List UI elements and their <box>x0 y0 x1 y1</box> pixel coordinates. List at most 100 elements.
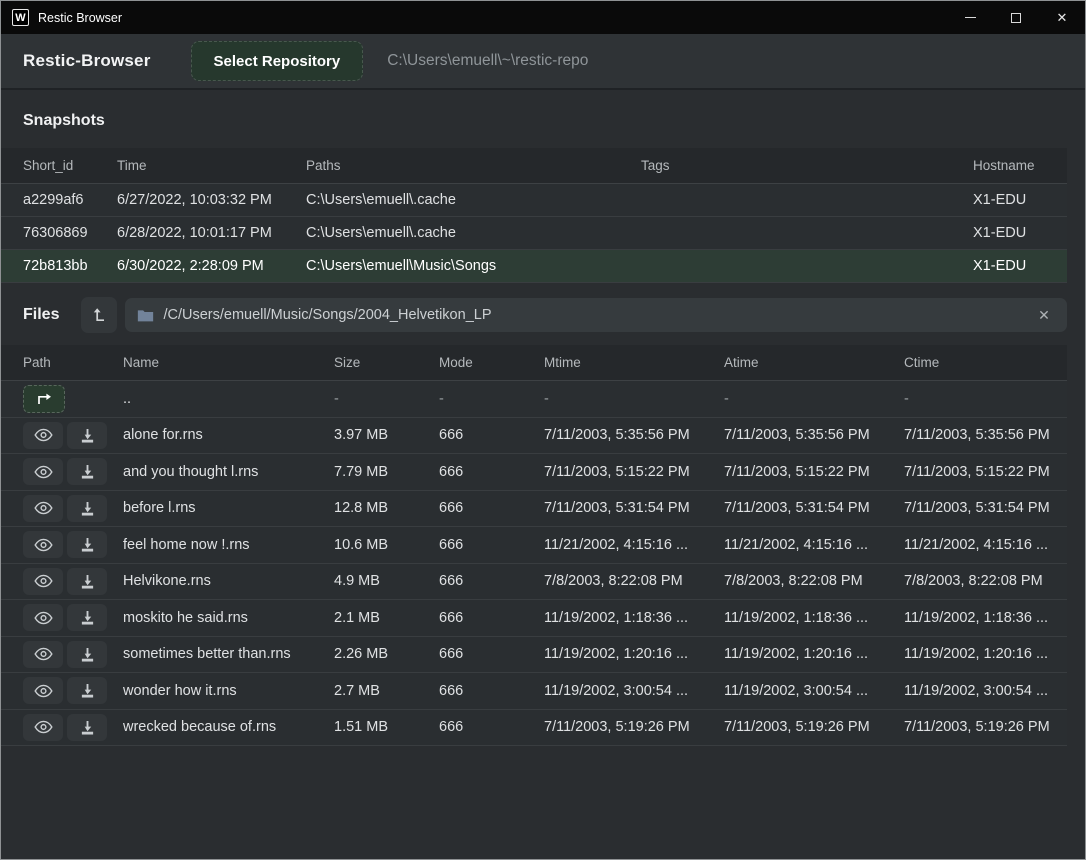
select-repository-button[interactable]: Select Repository <box>191 41 364 81</box>
file-size: 2.26 MB <box>334 646 439 662</box>
file-mtime: 11/19/2002, 3:00:54 ... <box>544 683 724 699</box>
file-mode: 666 <box>439 464 544 480</box>
col-mode: Mode <box>439 355 544 370</box>
corner-right-arrow-icon <box>35 392 53 406</box>
col-hostname: Hostname <box>973 158 1067 173</box>
download-file-button[interactable] <box>67 714 107 741</box>
snapshot-paths: C:\Users\emuell\.cache <box>306 192 641 208</box>
file-ctime: 7/11/2003, 5:31:54 PM <box>904 500 1067 516</box>
download-file-button[interactable] <box>67 422 107 449</box>
download-icon <box>80 683 95 698</box>
file-ctime: 7/11/2003, 5:19:26 PM <box>904 719 1067 735</box>
close-button[interactable]: ✕ <box>1039 1 1085 34</box>
download-file-button[interactable] <box>67 604 107 631</box>
download-icon <box>80 537 95 552</box>
file-name: alone for.rns <box>123 427 334 443</box>
download-icon <box>80 647 95 662</box>
file-ctime: - <box>904 391 1067 407</box>
snapshot-time: 6/30/2022, 2:28:09 PM <box>117 258 306 274</box>
file-mtime: 7/11/2003, 5:35:56 PM <box>544 427 724 443</box>
preview-file-button[interactable] <box>23 641 63 668</box>
file-row: wrecked because of.rns 1.51 MB 666 7/11/… <box>1 710 1067 747</box>
file-size: 12.8 MB <box>334 500 439 516</box>
file-name: feel home now !.rns <box>123 537 334 553</box>
preview-file-button[interactable] <box>23 677 63 704</box>
maximize-button[interactable] <box>993 1 1039 34</box>
file-row: alone for.rns 3.97 MB 666 7/11/2003, 5:3… <box>1 418 1067 455</box>
col-time: Time <box>117 158 306 173</box>
snapshots-title: Snapshots <box>23 112 105 129</box>
file-mode: 666 <box>439 683 544 699</box>
app-window: W Restic Browser ✕ Restic-Browser Select… <box>0 0 1086 860</box>
download-file-button[interactable] <box>67 641 107 668</box>
snapshot-row[interactable]: a2299af6 6/27/2022, 10:03:32 PM C:\Users… <box>1 184 1067 217</box>
download-icon <box>80 610 95 625</box>
download-file-button[interactable] <box>67 568 107 595</box>
eye-icon <box>34 538 53 552</box>
download-file-button[interactable] <box>67 495 107 522</box>
download-icon <box>80 574 95 589</box>
file-mode: 666 <box>439 537 544 553</box>
file-size: - <box>334 391 439 407</box>
file-mtime: - <box>544 391 724 407</box>
eye-icon <box>34 611 53 625</box>
file-mode: 666 <box>439 610 544 626</box>
col-mtime: Mtime <box>544 355 724 370</box>
file-mtime: 7/11/2003, 5:19:26 PM <box>544 719 724 735</box>
snapshot-row[interactable]: 76306869 6/28/2022, 10:01:17 PM C:\Users… <box>1 217 1067 250</box>
file-atime: 7/11/2003, 5:35:56 PM <box>724 427 904 443</box>
close-icon: ✕ <box>1057 11 1068 24</box>
preview-file-button[interactable] <box>23 714 63 741</box>
file-mode: - <box>439 391 544 407</box>
wails-logo-icon: W <box>12 9 29 26</box>
download-file-button[interactable] <box>67 531 107 558</box>
file-name: wonder how it.rns <box>123 683 334 699</box>
file-atime: 7/11/2003, 5:31:54 PM <box>724 500 904 516</box>
eye-icon <box>34 684 53 698</box>
current-path-text: /C/Users/emuell/Music/Songs/2004_Helveti… <box>163 307 1033 323</box>
file-size: 1.51 MB <box>334 719 439 735</box>
go-parent-directory-button[interactable] <box>23 385 65 413</box>
file-row: wonder how it.rns 2.7 MB 666 11/19/2002,… <box>1 673 1067 710</box>
titlebar[interactable]: W Restic Browser ✕ <box>1 1 1085 34</box>
current-path-bar: /C/Users/emuell/Music/Songs/2004_Helveti… <box>125 298 1067 332</box>
file-mtime: 7/8/2003, 8:22:08 PM <box>544 573 724 589</box>
file-ctime: 11/21/2002, 4:15:16 ... <box>904 537 1067 553</box>
download-file-button[interactable] <box>67 677 107 704</box>
file-mode: 666 <box>439 427 544 443</box>
file-atime: 7/11/2003, 5:15:22 PM <box>724 464 904 480</box>
repository-path-input[interactable] <box>387 52 1007 70</box>
file-atime: - <box>724 391 904 407</box>
file-row: feel home now !.rns 10.6 MB 666 11/21/20… <box>1 527 1067 564</box>
snapshot-row-selected[interactable]: 72b813bb 6/30/2022, 2:28:09 PM C:\Users\… <box>1 250 1067 283</box>
snapshot-hostname: X1-EDU <box>973 258 1067 274</box>
snapshot-hostname: X1-EDU <box>973 225 1067 241</box>
file-row: sometimes better than.rns 2.26 MB 666 11… <box>1 637 1067 674</box>
eye-icon <box>34 574 53 588</box>
file-atime: 11/19/2002, 1:20:16 ... <box>724 646 904 662</box>
window-title: Restic Browser <box>38 11 947 25</box>
file-name: moskito he said.rns <box>123 610 334 626</box>
eye-icon <box>34 647 53 661</box>
file-mode: 666 <box>439 573 544 589</box>
file-ctime: 7/11/2003, 5:15:22 PM <box>904 464 1067 480</box>
preview-file-button[interactable] <box>23 531 63 558</box>
file-ctime: 11/19/2002, 1:20:16 ... <box>904 646 1067 662</box>
file-size: 10.6 MB <box>334 537 439 553</box>
preview-file-button[interactable] <box>23 422 63 449</box>
file-ctime: 7/11/2003, 5:35:56 PM <box>904 427 1067 443</box>
preview-file-button[interactable] <box>23 568 63 595</box>
up-level-button[interactable] <box>81 297 117 333</box>
download-icon <box>80 428 95 443</box>
file-name: before l.rns <box>123 500 334 516</box>
preview-file-button[interactable] <box>23 604 63 631</box>
download-file-button[interactable] <box>67 458 107 485</box>
preview-file-button[interactable] <box>23 458 63 485</box>
col-ctime: Ctime <box>904 355 1067 370</box>
col-size: Size <box>334 355 439 370</box>
clear-path-button[interactable]: ✕ <box>1033 304 1055 326</box>
file-row: Helvikone.rns 4.9 MB 666 7/8/2003, 8:22:… <box>1 564 1067 601</box>
minimize-button[interactable] <box>947 1 993 34</box>
preview-file-button[interactable] <box>23 495 63 522</box>
file-ctime: 11/19/2002, 1:18:36 ... <box>904 610 1067 626</box>
